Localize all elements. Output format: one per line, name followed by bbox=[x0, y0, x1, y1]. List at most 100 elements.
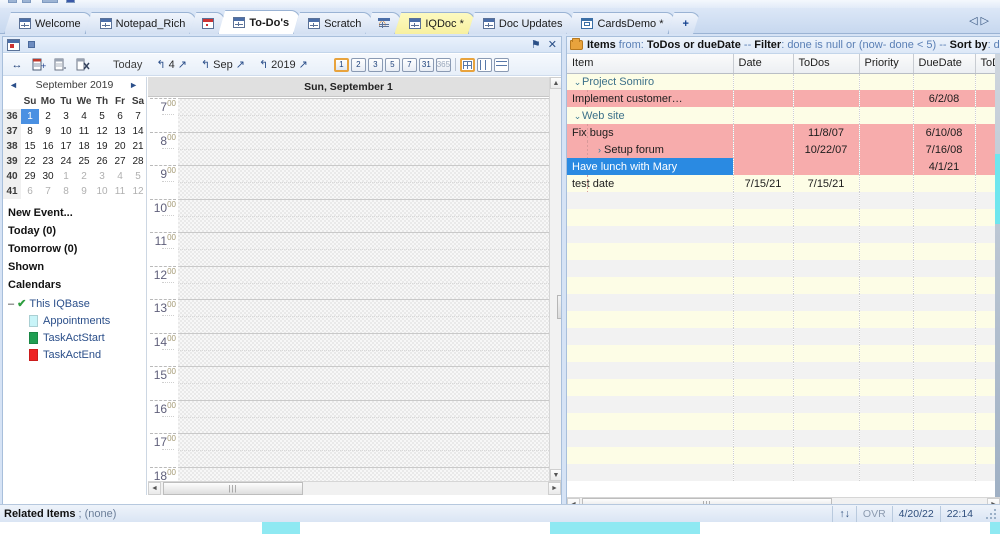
mini-calendar-day[interactable]: 11 bbox=[111, 184, 129, 199]
calendar-root-row[interactable]: – ✔ This IQBase bbox=[8, 297, 146, 310]
mini-calendar-day[interactable]: 4 bbox=[111, 169, 129, 184]
cell-priority[interactable] bbox=[859, 379, 913, 396]
resize-icon[interactable]: ↔ bbox=[9, 57, 25, 73]
mini-calendar-day[interactable]: 24 bbox=[57, 154, 75, 169]
table-row[interactable] bbox=[567, 379, 1000, 396]
mini-calendar-day[interactable]: 6 bbox=[111, 109, 129, 124]
hour-slot[interactable] bbox=[178, 132, 549, 166]
cell-date[interactable] bbox=[733, 158, 793, 175]
day-span-button-5[interactable]: 5 bbox=[385, 58, 400, 72]
cell-todos[interactable] bbox=[793, 90, 859, 107]
cell-date[interactable] bbox=[733, 345, 793, 362]
mini-calendar-day[interactable]: 28 bbox=[129, 154, 147, 169]
column-header-date[interactable]: Date bbox=[733, 54, 793, 73]
mini-calendar-day[interactable]: 2 bbox=[39, 109, 57, 124]
cell-date[interactable] bbox=[733, 413, 793, 430]
cell-todos[interactable] bbox=[793, 192, 859, 209]
cell-todos[interactable] bbox=[793, 107, 859, 124]
mini-calendar-day[interactable]: 5 bbox=[93, 109, 111, 124]
tab-scroll-left-icon[interactable]: ◁ bbox=[969, 15, 980, 27]
hour-slot[interactable] bbox=[178, 232, 549, 266]
mini-calendar-day[interactable]: 6 bbox=[21, 184, 39, 199]
cell-priority[interactable] bbox=[859, 226, 913, 243]
cell-duedate[interactable] bbox=[913, 73, 975, 90]
day-span-button-2[interactable]: 2 bbox=[351, 58, 366, 72]
tab-to-do-s[interactable]: To-Do's bbox=[218, 10, 300, 34]
day-spinner[interactable]: ↰ 4 ↗ bbox=[156, 58, 187, 71]
cell-date[interactable] bbox=[733, 226, 793, 243]
cell-todos[interactable] bbox=[793, 379, 859, 396]
cell-date[interactable] bbox=[733, 90, 793, 107]
cell-item[interactable] bbox=[567, 396, 733, 413]
side-link-today-0[interactable]: Today (0) bbox=[8, 225, 146, 237]
cell-todos[interactable]: 10/22/07 bbox=[793, 141, 859, 158]
cell-todos[interactable] bbox=[793, 447, 859, 464]
cell-item[interactable] bbox=[567, 260, 733, 277]
table-row[interactable] bbox=[567, 430, 1000, 447]
cell-todos[interactable] bbox=[793, 209, 859, 226]
cell-duedate[interactable] bbox=[913, 243, 975, 260]
cell-priority[interactable] bbox=[859, 124, 913, 141]
cell-priority[interactable] bbox=[859, 277, 913, 294]
collapse-icon[interactable]: – bbox=[8, 298, 14, 310]
hour-slot[interactable] bbox=[178, 98, 549, 132]
cell-priority[interactable] bbox=[859, 430, 913, 447]
hour-slot[interactable] bbox=[178, 366, 549, 400]
hour-row[interactable]: 800 bbox=[148, 132, 561, 166]
cell-todos[interactable] bbox=[793, 73, 859, 90]
hour-slot[interactable] bbox=[178, 266, 549, 300]
mini-calendar-day[interactable]: 4 bbox=[75, 109, 93, 124]
table-row[interactable] bbox=[567, 226, 1000, 243]
cell-item[interactable] bbox=[567, 345, 733, 362]
hour-slot[interactable] bbox=[178, 199, 549, 233]
new-event-icon[interactable]: + bbox=[31, 57, 47, 73]
hour-row[interactable]: 1300 bbox=[148, 299, 561, 333]
column-header-duedate[interactable]: DueDate bbox=[913, 54, 975, 73]
mini-calendar-day[interactable]: 25 bbox=[75, 154, 93, 169]
cell-todos[interactable] bbox=[793, 430, 859, 447]
items-table-body[interactable]: ⌄Project SomiroImplement customer…6/2/08… bbox=[567, 73, 1000, 481]
hour-grid[interactable]: 7008009001000110012001300140015001600170… bbox=[148, 98, 561, 481]
cell-date[interactable] bbox=[733, 294, 793, 311]
cell-item[interactable] bbox=[567, 379, 733, 396]
mini-calendar-day[interactable]: 1 bbox=[21, 109, 39, 124]
cell-duedate[interactable] bbox=[913, 396, 975, 413]
spinner-down-icon[interactable]: ↰ bbox=[201, 58, 210, 71]
calendar-item-taskactend[interactable]: TaskActEnd bbox=[8, 349, 146, 361]
mini-calendar-day[interactable]: 26 bbox=[93, 154, 111, 169]
cell-priority[interactable] bbox=[859, 141, 913, 158]
check-icon[interactable]: ✔ bbox=[17, 297, 26, 310]
cell-item[interactable] bbox=[567, 226, 733, 243]
mini-calendar-day[interactable]: 5 bbox=[129, 169, 147, 184]
hour-row[interactable]: 1100 bbox=[148, 232, 561, 266]
cell-duedate[interactable] bbox=[913, 277, 975, 294]
cell-priority[interactable] bbox=[859, 192, 913, 209]
cell-priority[interactable] bbox=[859, 328, 913, 345]
cell-priority[interactable] bbox=[859, 294, 913, 311]
pin-panel-button[interactable]: ⚑ bbox=[531, 38, 541, 51]
table-row[interactable]: ›Setup forum10/22/077/16/08 bbox=[567, 141, 1000, 158]
cell-item[interactable]: Implement customer… bbox=[567, 90, 733, 107]
hour-row[interactable]: 1200 bbox=[148, 266, 561, 300]
mini-calendar-day[interactable]: 23 bbox=[39, 154, 57, 169]
tab-scroll-right-icon[interactable]: ▷ bbox=[981, 15, 992, 27]
cell-date[interactable] bbox=[733, 311, 793, 328]
hour-slot[interactable] bbox=[178, 333, 549, 367]
mini-calendar-day[interactable]: 19 bbox=[93, 139, 111, 154]
cell-priority[interactable] bbox=[859, 107, 913, 124]
cell-duedate[interactable] bbox=[913, 413, 975, 430]
table-row[interactable] bbox=[567, 396, 1000, 413]
cell-item[interactable]: ⌄Project Somiro bbox=[567, 73, 733, 90]
cell-date[interactable] bbox=[733, 192, 793, 209]
cell-priority[interactable] bbox=[859, 396, 913, 413]
mini-calendar-day[interactable]: 1 bbox=[57, 169, 75, 184]
cell-priority[interactable] bbox=[859, 260, 913, 277]
cell-duedate[interactable] bbox=[913, 294, 975, 311]
mini-calendar-day[interactable]: 17 bbox=[57, 139, 75, 154]
year-spinner[interactable]: ↰ 2019 ↗ bbox=[259, 58, 308, 71]
items-vertical-scrollbar[interactable] bbox=[995, 54, 1000, 497]
grid-view-icon[interactable] bbox=[460, 58, 475, 72]
cell-todos[interactable] bbox=[793, 226, 859, 243]
close-panel-button[interactable]: ✕ bbox=[548, 38, 557, 51]
cell-duedate[interactable] bbox=[913, 260, 975, 277]
